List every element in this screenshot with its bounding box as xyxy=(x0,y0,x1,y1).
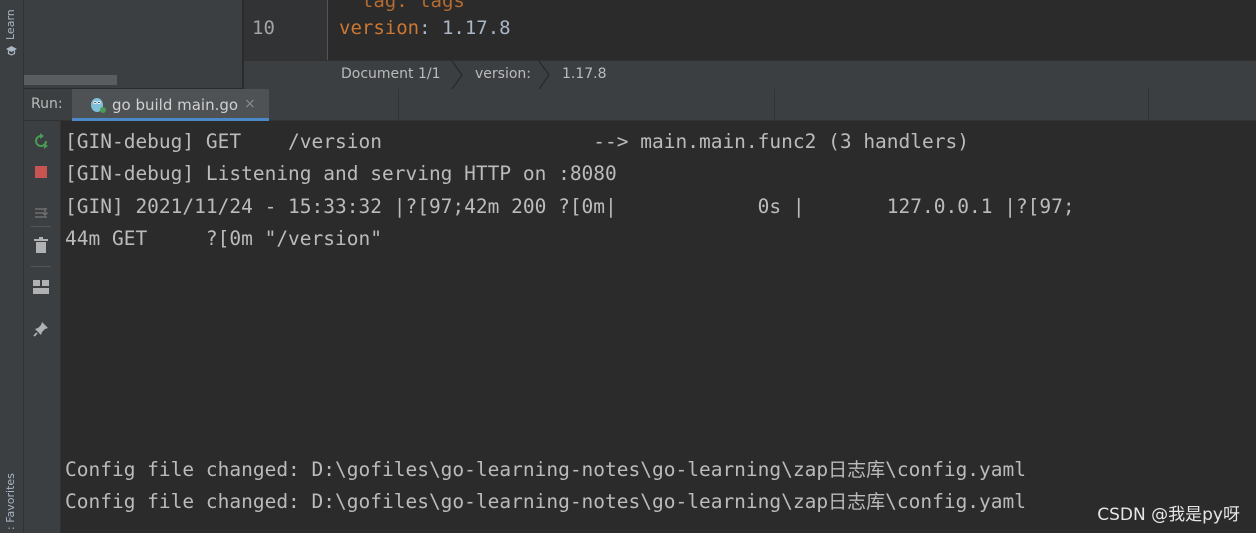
run-label: Run: xyxy=(31,96,63,112)
toolbar-divider xyxy=(31,226,51,227)
breadcrumb: Document 1/1 version: 1.17.8 xyxy=(244,60,1256,89)
header-divider xyxy=(774,89,775,120)
breadcrumb-chevron-icon xyxy=(538,61,550,89)
console-line: [GIN] 2021/11/24 - 15:33:32 |?[97;42m 20… xyxy=(65,195,1075,218)
breadcrumb-chevron-icon xyxy=(451,61,463,89)
stop-icon[interactable] xyxy=(31,162,51,182)
layout-icon[interactable] xyxy=(31,277,51,297)
project-scrollbar[interactable] xyxy=(24,75,117,85)
config-path-prefix: Config file changed: D:\gofiles\go-learn… xyxy=(65,458,829,481)
breadcrumb-item-value[interactable]: 1.17.8 xyxy=(562,66,607,82)
favorites-stripe-button[interactable]: : Favorites xyxy=(4,473,17,530)
console-line: [GIN-debug] GET /version --> main.main.f… xyxy=(65,130,969,153)
scroll-to-end-icon[interactable] xyxy=(31,203,51,223)
breadcrumb-item-document[interactable]: Document 1/1 xyxy=(341,66,441,82)
config-path-prefix: Config file changed: D:\gofiles\go-learn… xyxy=(65,490,829,513)
header-divider xyxy=(1148,89,1149,120)
go-gopher-icon xyxy=(91,98,106,113)
run-tab-label: go build main.go xyxy=(112,96,239,114)
graduation-cap-icon xyxy=(6,46,17,56)
toolbar-divider xyxy=(31,266,51,267)
trash-icon[interactable] xyxy=(31,235,51,255)
config-path-cjk: 日志库 xyxy=(828,459,886,481)
console-line: Config file changed: D:\gofiles\go-learn… xyxy=(65,455,1026,482)
config-path-suffix: \config.yaml xyxy=(885,458,1027,481)
yaml-colon: : xyxy=(419,17,431,39)
yaml-key: version xyxy=(339,17,420,39)
console-line: [GIN-debug] Listening and serving HTTP o… xyxy=(65,162,617,185)
header-divider xyxy=(398,89,399,120)
config-path-cjk: 日志库 xyxy=(828,491,886,513)
config-path-suffix: \config.yaml xyxy=(885,490,1027,513)
code-line-partial: tag: tags xyxy=(339,0,465,12)
watermark: CSDN @我是py呀 xyxy=(1097,505,1240,525)
console-line: 44m GET ?[0m "/version" xyxy=(65,227,382,250)
console-line: Config file changed: D:\gofiles\go-learn… xyxy=(65,487,1026,514)
rerun-icon[interactable] xyxy=(31,131,51,151)
left-tool-stripe: Learn : Favorites xyxy=(0,0,24,533)
breadcrumb-item-key[interactable]: version: xyxy=(475,66,531,82)
code-line[interactable]: version: 1.17.8 xyxy=(339,17,511,39)
learn-stripe-button[interactable]: Learn xyxy=(4,9,17,40)
yaml-value: 1.17.8 xyxy=(430,17,511,39)
pin-icon[interactable] xyxy=(31,319,51,339)
line-number: 10 xyxy=(252,17,275,39)
close-icon[interactable]: × xyxy=(244,96,256,112)
